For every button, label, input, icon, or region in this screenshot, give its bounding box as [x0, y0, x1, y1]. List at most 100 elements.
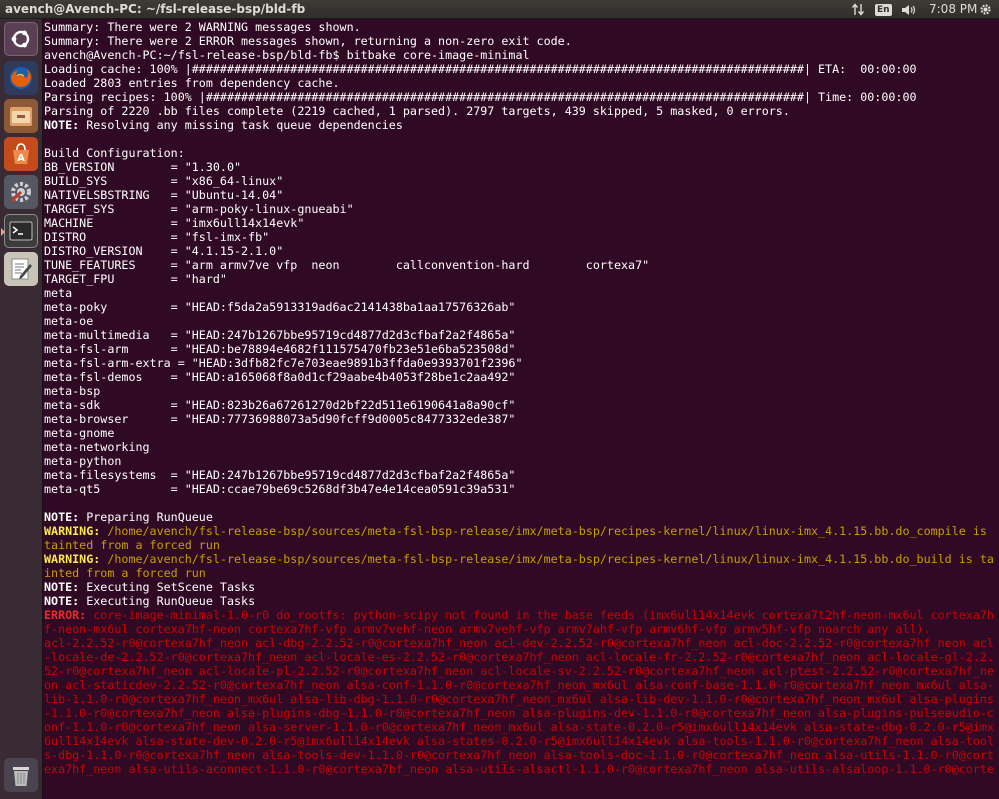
terminal-line: acl-2.2.52-r0@cortexa7hf_neon acl-dbg-2.…: [44, 636, 999, 776]
terminal-output[interactable]: Summary: There were 2 WARNING messages s…: [43, 19, 999, 776]
terminal-window[interactable]: Summary: There were 2 WARNING messages s…: [43, 19, 999, 799]
launcher-bar: A: [0, 19, 43, 799]
terminal-line-text: meta: [44, 286, 73, 300]
log-level-label: NOTE:: [44, 510, 80, 524]
terminal-line-text: meta-bsp: [44, 384, 101, 398]
log-level-label: NOTE:: [44, 118, 80, 132]
terminal-line-text: Summary: There were 2 WARNING messages s…: [44, 20, 361, 34]
terminal-line: Summary: There were 2 WARNING messages s…: [44, 20, 999, 34]
terminal-line: meta: [44, 286, 999, 300]
terminal-line-text: Loaded 2803 entries from dependency cach…: [44, 76, 340, 90]
terminal-line-text: meta-oe: [44, 314, 94, 328]
terminal-line: WARNING: /home/avench/fsl-release-bsp/so…: [44, 552, 999, 580]
terminal-line-text: Loading cache: 100% |###################…: [44, 62, 917, 76]
system-settings-icon[interactable]: [4, 175, 38, 209]
terminal-line-text: DISTRO = "fsl-imx-fb": [44, 230, 270, 244]
dash-home-icon[interactable]: [4, 22, 38, 56]
terminal-line: meta-qt5 = "HEAD:ccae79be69c5268df3b47e4…: [44, 482, 999, 496]
terminal-line-text: NATIVELSBSTRING = "Ubuntu-14.04": [44, 188, 284, 202]
terminal-line-text: meta-gnome: [44, 426, 115, 440]
terminal-line: meta-gnome: [44, 426, 999, 440]
terminal-line: NOTE: Preparing RunQueue: [44, 510, 999, 524]
terminal-line-text: meta-sdk = "HEAD:823b26a67261270d2bf22d5…: [44, 398, 516, 412]
text-editor-icon[interactable]: [4, 252, 38, 286]
log-level-label: NOTE:: [44, 594, 80, 608]
terminal-line: DISTRO_VERSION = "4.1.15-2.1.0": [44, 244, 999, 258]
terminal-line: meta-fsl-demos = "HEAD:a165068f8a0d1cf29…: [44, 370, 999, 384]
terminal-line-text: meta-fsl-demos = "HEAD:a165068f8a0d1cf29…: [44, 370, 516, 384]
terminal-line-text: Build Configuration:: [44, 146, 185, 160]
terminal-line: meta-oe: [44, 314, 999, 328]
terminal-line: TARGET_FPU = "hard": [44, 272, 999, 286]
terminal-line-text: DISTRO_VERSION = "4.1.15-2.1.0": [44, 244, 284, 258]
software-center-icon[interactable]: A: [4, 137, 38, 171]
terminal-line-text: MACHINE = "imx6ull14x14evk": [44, 216, 305, 230]
terminal-line: NOTE: Executing SetScene Tasks: [44, 580, 999, 594]
terminal-line-text: /home/avench/fsl-release-bsp/sources/met…: [44, 524, 994, 552]
terminal-line-text: BB_VERSION = "1.30.0": [44, 160, 242, 174]
terminal-line: BB_VERSION = "1.30.0": [44, 160, 999, 174]
terminal-line: Parsing recipes: 100% |#################…: [44, 90, 999, 104]
firefox-icon[interactable]: [4, 61, 38, 95]
terminal-line: meta-fsl-arm = "HEAD:be78894e4682f111575…: [44, 342, 999, 356]
terminal-line-text: meta-networking: [44, 440, 150, 454]
terminal-line: TUNE_FEATURES = "arm armv7ve vfp neon ca…: [44, 258, 999, 272]
terminal-line: NOTE: Executing RunQueue Tasks: [44, 594, 999, 608]
log-level-label: NOTE:: [44, 580, 80, 594]
terminal-line: meta-fsl-arm-extra = "HEAD:3dfb82fc7e703…: [44, 356, 999, 370]
terminal-line-text: Executing SetScene Tasks: [79, 580, 256, 594]
terminal-line-text: Parsing of 2220 .bb files complete (2219…: [44, 104, 790, 118]
terminal-line-text: /home/avench/fsl-release-bsp/sources/met…: [44, 552, 994, 580]
terminal-line: NOTE: Resolving any missing task queue d…: [44, 118, 999, 132]
terminal-line-text: Executing RunQueue Tasks: [79, 594, 256, 608]
terminal-line-text: Parsing recipes: 100% |#################…: [44, 90, 917, 104]
terminal-line: Summary: There were 2 ERROR messages sho…: [44, 34, 999, 48]
terminal-icon[interactable]: [1, 214, 38, 248]
network-arrows-icon[interactable]: [850, 0, 866, 19]
terminal-line: meta-multimedia = "HEAD:247b1267bbe95719…: [44, 328, 999, 342]
log-level-label: WARNING:: [44, 552, 101, 566]
svg-text:A: A: [17, 153, 25, 164]
log-level-label: WARNING:: [44, 524, 101, 538]
clock[interactable]: 7:08 PM: [929, 0, 977, 19]
terminal-line-text: meta-poky = "HEAD:f5da2a5913319ad6ac2141…: [44, 300, 516, 314]
keyboard-layout-label: En: [875, 3, 892, 16]
terminal-line: NATIVELSBSTRING = "Ubuntu-14.04": [44, 188, 999, 202]
terminal-line: Build Configuration:: [44, 146, 999, 160]
volume-icon[interactable]: [900, 0, 918, 19]
files-icon[interactable]: [4, 99, 38, 133]
terminal-line-text: meta-fsl-arm = "HEAD:be78894e4682f111575…: [44, 342, 516, 356]
terminal-line: avench@Avench-PC:~/fsl-release-bsp/bld-f…: [44, 48, 999, 62]
terminal-line-text: TARGET_FPU = "hard": [44, 272, 227, 286]
terminal-line: meta-networking: [44, 440, 999, 454]
settings-gear-icon[interactable]: [977, 0, 993, 19]
terminal-line: BUILD_SYS = "x86_64-linux": [44, 174, 999, 188]
terminal-line-text: Resolving any missing task queue depende…: [79, 118, 403, 132]
keyboard-layout-indicator[interactable]: En: [875, 0, 892, 19]
terminal-line-text: Summary: There were 2 ERROR messages sho…: [44, 34, 572, 48]
terminal-line: DISTRO = "fsl-imx-fb": [44, 230, 999, 244]
terminal-line: meta-sdk = "HEAD:823b26a67261270d2bf22d5…: [44, 398, 999, 412]
terminal-line: WARNING: /home/avench/fsl-release-bsp/so…: [44, 524, 999, 552]
trash-icon[interactable]: [4, 758, 38, 792]
terminal-line-text: meta-qt5 = "HEAD:ccae79be69c5268df3b47e4…: [44, 482, 516, 496]
terminal-line-text: TARGET_SYS = "arm-poky-linux-gnueabi": [44, 202, 354, 216]
window-title: avench@Avench-PC: ~/fsl-release-bsp/bld-…: [5, 2, 306, 16]
clock-label: 7:08 PM: [929, 2, 978, 16]
terminal-line: Parsing of 2220 .bb files complete (2219…: [44, 104, 999, 118]
terminal-line-text: TUNE_FEATURES = "arm armv7ve vfp neon ca…: [44, 258, 650, 272]
terminal-line-text: core-image-minimal-1.0-r0 do_rootfs: pyt…: [44, 608, 994, 636]
terminal-line: meta-poky = "HEAD:f5da2a5913319ad6ac2141…: [44, 300, 999, 314]
terminal-line: Loaded 2803 entries from dependency cach…: [44, 76, 999, 90]
terminal-line: TARGET_SYS = "arm-poky-linux-gnueabi": [44, 202, 999, 216]
terminal-line: meta-filesystems = "HEAD:247b1267bbe9571…: [44, 468, 999, 482]
terminal-line-text: meta-browser = "HEAD:77736988073a5d90fcf…: [44, 412, 516, 426]
terminal-line: meta-bsp: [44, 384, 999, 398]
terminal-line-text: meta-python: [44, 454, 122, 468]
terminal-line-text: meta-multimedia = "HEAD:247b1267bbe95719…: [44, 328, 516, 342]
terminal-line: meta-browser = "HEAD:77736988073a5d90fcf…: [44, 412, 999, 426]
terminal-line: MACHINE = "imx6ull14x14evk": [44, 216, 999, 230]
terminal-line-text: acl-2.2.52-r0@cortexa7hf_neon acl-dbg-2.…: [44, 636, 994, 776]
